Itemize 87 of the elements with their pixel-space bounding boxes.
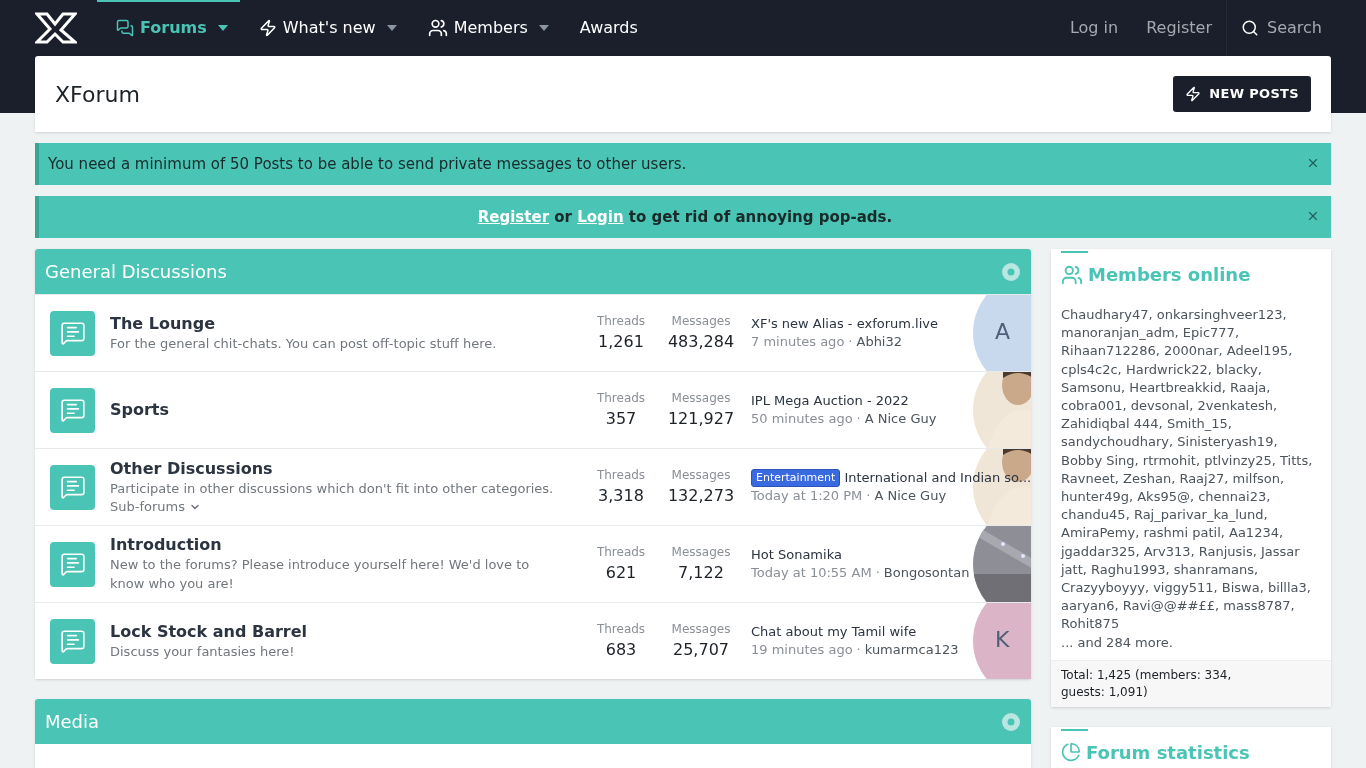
stat-label: Threads <box>595 621 647 638</box>
avatar[interactable]: K <box>973 603 1031 679</box>
category-title: General Discussions <box>45 260 227 284</box>
separator-dot: · <box>848 333 853 351</box>
stat-value: 621 <box>604 562 638 584</box>
prefix-tag[interactable]: Entertainment <box>751 469 841 487</box>
notice-text: to get rid of annoying pop-ads. <box>627 206 893 228</box>
stat-label: Threads <box>595 313 647 330</box>
bolt-icon <box>258 19 277 37</box>
stat-value: 25,707 <box>672 639 730 661</box>
nav-tab[interactable]: Members <box>408 0 547 56</box>
last-post-time: Today at 1:20 PM <box>751 487 863 505</box>
nav-link[interactable]: Log in <box>1055 16 1133 40</box>
stat-label: Threads <box>595 467 647 484</box>
username-link[interactable]: Abhi32 <box>856 333 903 351</box>
stat-value: 7,122 <box>677 562 725 584</box>
nav-link[interactable]: Register <box>1132 16 1227 40</box>
separator-dot: · <box>875 564 880 582</box>
last-post-time: Today at 10:55 AM <box>751 564 872 582</box>
stat-value: 3,318 <box>597 485 645 507</box>
chat-icon <box>116 19 134 37</box>
forum-title[interactable]: Other Discussions <box>110 458 581 479</box>
online-members-list: Chaudhary47, onkarsinghveer123, manoranjan_adm, Epic777, Rihaan712286, 2000nar, Adeel195, cpls4c2c, Hardwrick22, blacky, Samsonu, Heartbreakkid, Raaja, cobra001, devsonal, 2venkatesh, Zahidiqbal 444, Smith_15, sandychoudhary, Sinisteryash19, Bobby Sing, rtrmohit, ptlvinzy25, Titts, Ravneet, Zeshan, Raaj27, milfson, hunter49g, Aks95@, chennai23, chandu45, Raj_parivar_ka_lund, AmiraPemy, rashmi patil, Aa1234, jgaddar325, Arv313, Ranjusis, Jassar jatt, Raghu1993, shanramans, Crazyyboyyy, viggy511, Biswa, billla3, aaryan6, Ravi@@##££, mass8787, Rohit875 <box>1061 298 1321 634</box>
stat-label: Threads <box>595 544 647 561</box>
forum-title[interactable]: Sports <box>110 400 581 420</box>
subforums-toggle[interactable]: Sub-forums <box>110 497 201 516</box>
thread-title-link[interactable]: Chat about my Tamil wife <box>751 623 917 641</box>
search-icon <box>1241 19 1260 37</box>
page-title: XForum <box>55 80 140 109</box>
nav-tab[interactable]: Awards <box>560 0 657 56</box>
thread-title-link[interactable]: IPL Mega Auction - 2022 <box>751 392 909 410</box>
forum-description: Participate in other discussions which don't fit into other categories. <box>110 479 555 498</box>
forum-title[interactable]: The Lounge <box>110 313 581 334</box>
users-icon <box>1061 263 1083 286</box>
forum-icon <box>50 464 95 510</box>
forum-title[interactable]: Introduction <box>110 535 581 555</box>
forum-description: For the general chit-chats. You can post off-topic stuff here. <box>110 334 498 353</box>
stat-label: Threads <box>595 390 647 407</box>
notice-text: or <box>553 206 573 228</box>
stat-label: Messages <box>670 467 732 484</box>
stat-label: Messages <box>670 390 732 407</box>
stat-value: 683 <box>604 639 638 661</box>
username-link[interactable]: A Nice Guy <box>864 410 937 428</box>
bolt-icon <box>1185 86 1202 102</box>
stat-value: 121,927 <box>666 408 736 430</box>
stat-value: 1,261 <box>597 331 645 353</box>
caret-icon <box>217 25 228 31</box>
forum-icon <box>50 541 95 587</box>
close-icon[interactable] <box>1306 209 1320 223</box>
separator-dot: · <box>856 410 861 428</box>
forum-title[interactable]: Lock Stock and Barrel <box>110 621 581 642</box>
new-posts-button[interactable]: NEW POSTS <box>1173 76 1311 112</box>
username-link[interactable]: Bongosontan <box>883 564 970 582</box>
forum-icon <box>50 618 95 664</box>
last-post-time: 50 minutes ago <box>751 410 853 428</box>
caret-icon <box>538 25 549 31</box>
stat-value: 483,284 <box>666 331 736 353</box>
forum-description: Discuss your fantasies here! <box>110 642 296 661</box>
category-title: Media <box>45 710 100 734</box>
nav-tab[interactable]: What's new <box>239 0 395 56</box>
username-link[interactable]: kumarmca123 <box>864 641 959 659</box>
thread-title-link[interactable]: Hot Sonamika <box>751 546 842 564</box>
nav-tab[interactable]: Forums <box>97 0 226 56</box>
stat-value: 357 <box>604 408 638 430</box>
close-icon[interactable] <box>1306 156 1320 170</box>
thread-title-link[interactable]: XF's new Alias - exforum.live <box>751 315 938 333</box>
avatar[interactable]: A <box>973 295 1031 371</box>
stat-label: Messages <box>670 313 732 330</box>
last-post-time: 7 minutes ago <box>751 333 845 351</box>
forum-description: New to the forums? Please introduce yourself here! We'd love to know who you are! <box>110 556 531 593</box>
stat-label: Messages <box>670 544 732 561</box>
stat-value: 132,273 <box>666 485 736 507</box>
forum-icon <box>50 387 95 433</box>
separator-dot: · <box>856 641 861 659</box>
more-members-text: ... and 284 more. <box>1061 633 1174 652</box>
online-total: Total: 1,425 (members: 334, guests: 1,091) <box>1051 659 1331 707</box>
pie-chart-icon <box>1061 742 1081 763</box>
notice-text: You need a minimum of 50 Posts to be able to send private messages to other users. <box>48 153 687 175</box>
last-post-time: 19 minutes ago <box>751 641 853 659</box>
logo[interactable] <box>35 12 77 44</box>
username-link[interactable]: A Nice Guy <box>874 487 947 505</box>
caret-icon <box>386 25 397 31</box>
stat-label: Messages <box>670 621 732 638</box>
separator-dot: · <box>866 487 871 505</box>
forum-icon <box>50 310 95 356</box>
users-icon <box>427 18 448 38</box>
thread-title-link[interactable]: International and Indian so... <box>844 469 1031 487</box>
